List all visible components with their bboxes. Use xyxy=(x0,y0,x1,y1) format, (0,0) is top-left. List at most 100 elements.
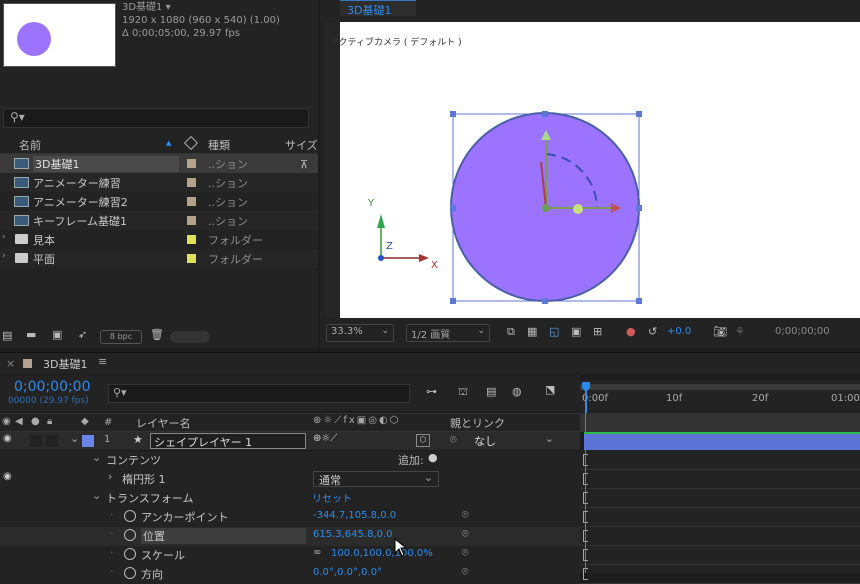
solo-box[interactable] xyxy=(30,435,42,447)
column-layer-name[interactable]: レイヤー名 xyxy=(136,415,191,431)
transparency-grid-icon[interactable]: ▦ xyxy=(527,325,537,338)
new-folder-icon[interactable]: ▬ xyxy=(26,328,36,341)
add-icon[interactable]: ● xyxy=(428,451,438,464)
stopwatch-icon[interactable] xyxy=(124,510,136,522)
property-value[interactable]: 615.3,645.8,0.0 xyxy=(313,529,393,540)
group-row[interactable]: ⌄ コンテンツ 追加: ● xyxy=(0,451,580,470)
lock-icon[interactable]: 🔒︎ xyxy=(47,416,52,427)
project-item[interactable]: アニメーター練習 ..ション xyxy=(0,173,318,192)
expression-pickwhip-icon[interactable]: ⌾ xyxy=(462,508,469,522)
chevron-down-icon[interactable]: ⌄ xyxy=(92,451,101,464)
expression-pickwhip-icon[interactable]: ⌾ xyxy=(462,565,469,579)
layer-search[interactable]: ⚲▾ xyxy=(108,384,410,403)
project-search[interactable]: ⚲▾ xyxy=(3,108,309,128)
chevron-right-icon[interactable]: › xyxy=(2,232,6,242)
channel-icon[interactable]: ● xyxy=(626,325,636,338)
layer-row[interactable]: ◉ ⌄ 1 ★ シェイプレイヤー 1 ⊕☼⟋ ⬡ ⌾ なし ⌄ xyxy=(0,432,580,450)
render-icon[interactable]: ➶ xyxy=(78,328,87,341)
resolution-dropdown[interactable]: 1/2 画質 ⌄ xyxy=(406,324,490,342)
property-row[interactable]: · 位置 615.3,645.8,0.0 ⌾ xyxy=(0,527,580,546)
property-row[interactable]: · アンカーポイント -344.7,105.8,0.0 ⌾ xyxy=(0,508,580,527)
lock-box[interactable] xyxy=(46,435,58,447)
composition-flow-icon[interactable]: ⊶ xyxy=(426,385,437,398)
exposure-value[interactable]: +0.0 xyxy=(667,326,691,337)
zoom-dropdown[interactable]: 33.3% ⌄ xyxy=(326,324,394,342)
add-label[interactable]: 追加: xyxy=(398,452,424,468)
timeline-timecode[interactable]: 0;00;00;00 xyxy=(14,379,91,395)
chevron-right-icon[interactable]: › xyxy=(2,251,6,261)
reset-link[interactable]: リセット xyxy=(312,490,352,505)
column-size[interactable]: サイズ xyxy=(285,137,318,153)
group-row[interactable]: ⌄ トランスフォーム リセット xyxy=(0,489,580,508)
snapshot-icon[interactable]: 📷︎ xyxy=(713,325,727,338)
project-item[interactable]: キーフレーム基礎1 ..ション xyxy=(0,211,318,230)
region-of-interest-icon[interactable]: ▣ xyxy=(571,325,581,338)
layer-duration-bar[interactable] xyxy=(584,432,860,450)
frame-blending-icon[interactable]: ◍ xyxy=(512,385,522,398)
chevron-right-icon[interactable]: › xyxy=(108,470,112,483)
chevron-down-icon[interactable]: ⌄ xyxy=(70,432,79,445)
timeline-tab-label[interactable]: 3D基礎1 xyxy=(43,356,87,372)
show-snapshot-icon[interactable]: ⚘ xyxy=(735,325,745,338)
menu-icon[interactable]: ≡ xyxy=(98,355,107,368)
trash-icon[interactable]: 🗑︎ xyxy=(150,328,164,341)
project-item[interactable]: 3D基礎1 ..ション xyxy=(0,154,318,173)
draft-3d-icon[interactable]: ⛫ xyxy=(458,385,468,400)
column-type[interactable]: 種類 xyxy=(208,137,230,153)
layer-color-swatch[interactable] xyxy=(82,435,94,447)
grid-guides-icon[interactable]: ⊞ xyxy=(593,325,602,338)
close-icon[interactable]: × xyxy=(6,357,15,370)
project-item[interactable]: › 平面 フォルダー xyxy=(0,249,318,268)
chevron-down-icon[interactable]: ▾ xyxy=(166,2,171,13)
chevron-down-icon[interactable]: ⌄ xyxy=(92,489,101,502)
label-color-swatch[interactable] xyxy=(187,216,196,225)
graph-editor-icon[interactable]: ⬔ xyxy=(545,383,555,396)
viewer-tab[interactable]: 3D基礎1 xyxy=(340,0,416,17)
stopwatch-icon[interactable] xyxy=(124,529,136,541)
project-item[interactable]: › 見本 フォルダー xyxy=(0,230,318,249)
time-ruler[interactable]: 0:00f 10f 20f 01:00f xyxy=(580,380,860,413)
expression-pickwhip-icon[interactable]: ⌾ xyxy=(462,546,469,560)
group-row[interactable]: ◉ › 楕円形 1 通常 ⌄ xyxy=(0,470,580,489)
label-color-swatch[interactable] xyxy=(187,235,196,244)
property-value[interactable]: -344.7,105.8,0.0 xyxy=(313,510,396,521)
label-color-swatch[interactable] xyxy=(187,197,196,206)
layer-3d-switch[interactable]: ⬡ xyxy=(416,434,430,447)
column-name[interactable]: 名前 xyxy=(19,137,41,153)
expression-pickwhip-icon[interactable]: ⌾ xyxy=(462,527,469,541)
audio-icon[interactable]: ◀ xyxy=(15,416,23,427)
visibility-icon[interactable]: ◉ xyxy=(3,433,12,444)
blend-mode-dropdown[interactable]: 通常 ⌄ xyxy=(313,471,439,487)
visibility-icon[interactable]: ◉ xyxy=(3,471,12,482)
mask-visibility-icon[interactable]: ◱ xyxy=(549,325,559,338)
reset-exposure-icon[interactable]: ↺ xyxy=(648,325,657,338)
column-parent[interactable]: 親とリンク xyxy=(450,415,505,431)
viewer-timecode[interactable]: 0;00;00;00 xyxy=(775,326,830,337)
eye-icon[interactable]: ◉ xyxy=(2,416,11,427)
property-value[interactable]: 100.0,100.0,100.0% xyxy=(331,548,433,559)
project-item[interactable]: アニメーター練習2 ..ション xyxy=(0,192,318,211)
shy-layers-icon[interactable]: ▤ xyxy=(486,385,496,398)
bpc-button[interactable]: 8 bpc xyxy=(100,330,142,344)
layer-name-field[interactable]: シェイプレイヤー 1 xyxy=(150,433,306,449)
parent-dropdown[interactable]: なし ⌄ xyxy=(468,432,558,449)
property-row[interactable]: · スケール ∞ 100.0,100.0,100.0% ⌾ xyxy=(0,546,580,565)
stopwatch-icon[interactable] xyxy=(124,548,136,560)
project-scrollbar[interactable] xyxy=(170,331,210,343)
label-color-swatch[interactable] xyxy=(187,159,196,168)
parent-pickwhip-icon[interactable]: ⌾ xyxy=(450,433,457,447)
label-color-swatch[interactable] xyxy=(187,178,196,187)
new-comp-icon[interactable]: ▣ xyxy=(52,328,62,341)
property-row[interactable]: · 方向 0.0°,0.0°,0.0° ⌾ xyxy=(0,565,580,584)
fast-preview-icon[interactable]: ⧉ xyxy=(507,325,515,339)
stopwatch-icon[interactable] xyxy=(124,567,136,579)
playhead[interactable] xyxy=(582,380,590,413)
constrain-proportions-icon[interactable]: ∞ xyxy=(313,547,321,558)
interpret-footage-icon[interactable]: ▤ xyxy=(2,329,12,342)
composition-canvas[interactable]: アクティブカメラ ( デフォルト ) Y Z X xyxy=(325,22,860,318)
label-color-swatch[interactable] xyxy=(187,254,196,263)
project-footer: ▤ ▬ ▣ ➶ 8 bpc 🗑︎ xyxy=(0,327,318,347)
layer-switches[interactable]: ⊕☼⟋ xyxy=(313,433,337,444)
solo-icon[interactable]: ● xyxy=(31,416,40,427)
flowchart-icon[interactable]: ⊼ xyxy=(300,158,308,171)
